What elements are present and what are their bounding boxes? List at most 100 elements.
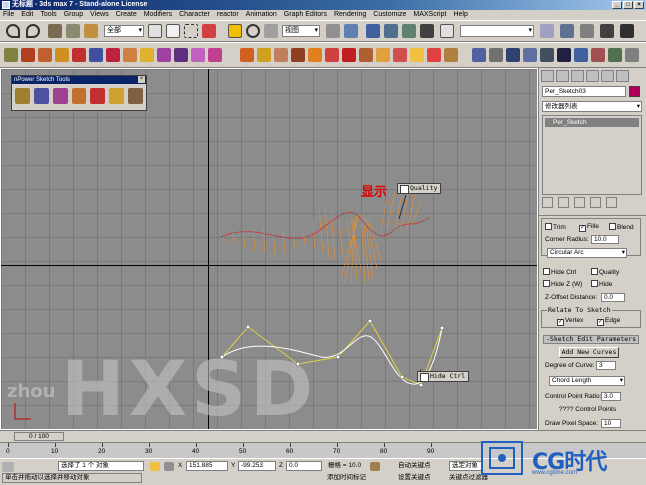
select-scale-icon[interactable] bbox=[264, 24, 278, 38]
select-link-icon[interactable] bbox=[48, 24, 62, 38]
sketch-tool-6-icon[interactable] bbox=[109, 88, 125, 104]
maxscript-listener-icon[interactable] bbox=[2, 462, 14, 472]
menu-views[interactable]: Views bbox=[90, 10, 109, 20]
angle-snap-icon[interactable] bbox=[384, 24, 398, 38]
pivot-center-icon[interactable] bbox=[326, 24, 340, 38]
menu-tools[interactable]: Tools bbox=[40, 10, 56, 20]
configure-sets-icon[interactable] bbox=[606, 197, 617, 208]
set-key-label[interactable]: 设置关键点 bbox=[398, 473, 431, 483]
hide-z-checkbox[interactable] bbox=[543, 280, 550, 287]
vertex-checkbox[interactable]: ✓ bbox=[557, 319, 564, 326]
shelf-tool-17-icon[interactable] bbox=[291, 48, 305, 62]
show-end-result-icon[interactable] bbox=[558, 197, 569, 208]
add-time-tag-label[interactable]: 添加时间标记 bbox=[327, 473, 366, 483]
maximize-button[interactable]: □ bbox=[623, 1, 633, 9]
shelf-tool-9-icon[interactable] bbox=[140, 48, 154, 62]
hide-checkbox[interactable] bbox=[591, 280, 598, 287]
shelf-tool-6-icon[interactable] bbox=[89, 48, 103, 62]
shelf-tool-4-icon[interactable] bbox=[55, 48, 69, 62]
x-coordinate-field[interactable]: 151.885 bbox=[186, 461, 228, 471]
hide-ctrl-checkbox[interactable] bbox=[543, 268, 550, 275]
percent-snap-icon[interactable] bbox=[402, 24, 416, 38]
make-unique-icon[interactable] bbox=[574, 197, 585, 208]
shelf-tool-20-icon[interactable] bbox=[342, 48, 356, 62]
schematic-view-icon[interactable] bbox=[620, 24, 634, 38]
shelf-tool-15-icon[interactable] bbox=[257, 48, 271, 62]
y-coordinate-field[interactable]: -99.253 bbox=[238, 461, 276, 471]
menu-animation[interactable]: Animation bbox=[246, 10, 277, 20]
rect-selection-icon[interactable] bbox=[184, 24, 198, 38]
blend-checkbox[interactable] bbox=[609, 223, 616, 230]
shelf-tool-33-icon[interactable] bbox=[574, 48, 588, 62]
shelf-tool-5-icon[interactable] bbox=[72, 48, 86, 62]
shelf-tool-32-icon[interactable] bbox=[557, 48, 571, 62]
shelf-tool-22-icon[interactable] bbox=[376, 48, 390, 62]
display-tab-icon[interactable] bbox=[601, 70, 614, 82]
sketch-tool-3-icon[interactable] bbox=[52, 88, 68, 104]
shelf-tool-18-icon[interactable] bbox=[308, 48, 322, 62]
sketch-edit-rollout-header[interactable]: -Sketch Edit Parameters bbox=[543, 335, 639, 344]
shelf-tool-23-icon[interactable] bbox=[393, 48, 407, 62]
curve-editor-icon[interactable] bbox=[600, 24, 614, 38]
shelf-tool-14-icon[interactable] bbox=[240, 48, 254, 62]
bind-space-warp-icon[interactable] bbox=[84, 24, 98, 38]
arc-type-dropdown[interactable]: Circular Arc bbox=[547, 248, 627, 258]
menu-file[interactable]: File bbox=[3, 10, 14, 20]
control-point-ratio-spinner[interactable]: 3.0 bbox=[601, 392, 621, 401]
selection-lock-icon[interactable] bbox=[150, 462, 160, 471]
pin-stack-icon[interactable] bbox=[542, 197, 553, 208]
edge-checkbox[interactable]: ✓ bbox=[597, 319, 604, 326]
corner-radius-spinner[interactable]: 10.0 bbox=[591, 235, 619, 244]
sketch-tool-4-icon[interactable] bbox=[71, 88, 87, 104]
minimize-button[interactable]: _ bbox=[612, 1, 622, 9]
select-move-icon[interactable] bbox=[228, 24, 242, 38]
snap-toggle-icon[interactable] bbox=[366, 24, 380, 38]
object-name-field[interactable]: Per_Sketch03 bbox=[542, 86, 626, 97]
auto-key-label[interactable]: 自动关键点 bbox=[398, 461, 431, 471]
fillet-checkbox[interactable]: ✓ bbox=[579, 225, 586, 232]
shelf-tool-2-icon[interactable] bbox=[21, 48, 35, 62]
z-coordinate-field[interactable]: 0.0 bbox=[286, 461, 322, 471]
selection-filter-dropdown[interactable]: 全部 bbox=[104, 25, 144, 37]
shelf-tool-34-icon[interactable] bbox=[591, 48, 605, 62]
key-mode-icon[interactable] bbox=[370, 462, 380, 471]
shelf-tool-1-icon[interactable] bbox=[4, 48, 18, 62]
select-by-name-icon[interactable] bbox=[166, 24, 180, 38]
shelf-tool-31-icon[interactable] bbox=[540, 48, 554, 62]
shelf-tool-25-icon[interactable] bbox=[427, 48, 441, 62]
sketch-tool-1-icon[interactable] bbox=[15, 88, 30, 104]
shelf-tool-19-icon[interactable] bbox=[325, 48, 339, 62]
undo-icon[interactable] bbox=[6, 24, 20, 38]
utilities-tab-icon[interactable] bbox=[616, 70, 629, 82]
shelf-tool-35-icon[interactable] bbox=[608, 48, 622, 62]
hierarchy-tab-icon[interactable] bbox=[571, 70, 584, 82]
sketch-tool-7-icon[interactable] bbox=[128, 88, 144, 104]
manipulate-icon[interactable] bbox=[344, 24, 358, 38]
menu-create[interactable]: Create bbox=[116, 10, 137, 20]
shelf-tool-3-icon[interactable] bbox=[38, 48, 52, 62]
redo-icon[interactable] bbox=[26, 24, 40, 38]
menu-modifiers[interactable]: Modifiers bbox=[144, 10, 172, 20]
shelf-tool-12-icon[interactable] bbox=[191, 48, 205, 62]
time-slider-thumb[interactable]: 0 / 100 bbox=[14, 432, 64, 441]
object-color-swatch[interactable] bbox=[629, 86, 640, 97]
edit-named-selection-icon[interactable] bbox=[440, 24, 454, 38]
modifier-list-dropdown[interactable]: 修改器列表 bbox=[542, 101, 642, 112]
menu-group[interactable]: Group bbox=[64, 10, 83, 20]
shelf-tool-16-icon[interactable] bbox=[274, 48, 288, 62]
menu-help[interactable]: Help bbox=[453, 10, 467, 20]
trim-checkbox[interactable] bbox=[545, 223, 552, 230]
sketch-tool-2-icon[interactable] bbox=[33, 88, 49, 104]
layer-manager-icon[interactable] bbox=[580, 24, 594, 38]
stack-item-per-sketch[interactable]: Per_Sketch bbox=[545, 118, 639, 127]
menu-rendering[interactable]: Rendering bbox=[334, 10, 366, 20]
shelf-tool-29-icon[interactable] bbox=[506, 48, 520, 62]
modifier-stack[interactable]: Per_Sketch bbox=[542, 115, 642, 195]
shelf-tool-36-icon[interactable] bbox=[625, 48, 639, 62]
mirror-icon[interactable] bbox=[540, 24, 554, 38]
menu-character[interactable]: Character bbox=[179, 10, 210, 20]
shelf-tool-28-icon[interactable] bbox=[489, 48, 503, 62]
length-type-dropdown[interactable]: Chord Length bbox=[549, 376, 625, 386]
create-tab-icon[interactable] bbox=[541, 70, 554, 82]
motion-tab-icon[interactable] bbox=[586, 70, 599, 82]
